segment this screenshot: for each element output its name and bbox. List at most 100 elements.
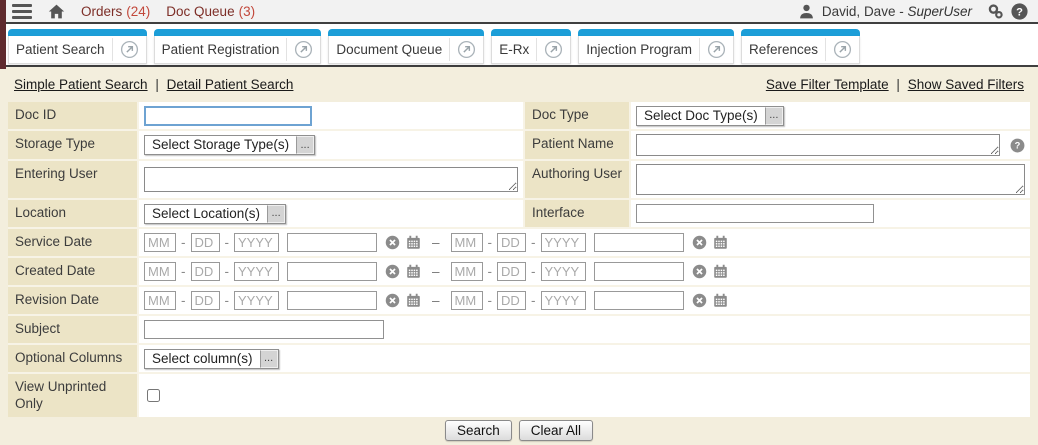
tab-divider — [112, 38, 113, 61]
storage-type-select[interactable]: Select Storage Type(s) ... — [144, 135, 315, 155]
user-menu[interactable]: David, Dave - SuperUser — [822, 4, 972, 19]
revision-from-day-input[interactable] — [191, 291, 220, 310]
simple-patient-search-link[interactable]: Simple Patient Search — [14, 77, 148, 92]
tab-patient-registration[interactable]: Patient Registration — [154, 29, 322, 64]
service-from-clear-icon[interactable] — [385, 235, 400, 250]
service-from-time-input[interactable] — [287, 233, 377, 252]
tab-divider — [825, 38, 826, 61]
revision-from-clear-icon[interactable] — [385, 293, 400, 308]
storage-type-label: Storage Type — [8, 131, 137, 159]
service-from-day-input[interactable] — [191, 233, 220, 252]
interface-field-cell — [631, 200, 1030, 227]
doc-type-more-button[interactable]: ... — [765, 107, 783, 125]
location-label: Location — [8, 200, 137, 227]
tab-patient-search-label: Patient Search — [16, 42, 105, 57]
open-in-window-icon[interactable] — [833, 40, 852, 59]
doc-type-select-text: Select Doc Type(s) — [637, 107, 765, 125]
service-to-year-input[interactable] — [541, 233, 586, 252]
date-separator: - — [225, 293, 230, 308]
tab-document-queue[interactable]: Document Queue — [328, 29, 484, 64]
created-to-month-input[interactable] — [451, 262, 483, 281]
interface-input[interactable] — [636, 204, 874, 223]
revision-to-calendar-icon[interactable] — [713, 293, 728, 308]
optional-columns-select[interactable]: Select column(s) ... — [144, 349, 279, 369]
open-in-window-icon[interactable] — [707, 40, 726, 59]
form-actions: Search Clear All — [0, 417, 1038, 445]
open-in-window-icon[interactable] — [544, 40, 563, 59]
home-button[interactable] — [48, 3, 65, 20]
doc-type-select[interactable]: Select Doc Type(s) ... — [636, 106, 784, 126]
patient-name-help-icon[interactable]: ? — [1010, 138, 1025, 153]
breadcrumb-orders[interactable]: Orders (24) — [81, 4, 150, 19]
service-from-month-input[interactable] — [144, 233, 176, 252]
breadcrumb-doc-queue[interactable]: Doc Queue (3) — [166, 4, 255, 19]
tab-patient-search[interactable]: Patient Search — [8, 29, 147, 64]
created-to-day-input[interactable] — [497, 262, 526, 281]
tab-accent-bar — [741, 29, 860, 36]
hamburger-menu-icon[interactable] — [12, 4, 32, 19]
filter-template-links: Save Filter Template | Show Saved Filter… — [766, 77, 1024, 92]
service-from-calendar-icon[interactable] — [406, 235, 421, 250]
created-from-calendar-icon[interactable] — [406, 264, 421, 279]
storage-type-select-text: Select Storage Type(s) — [145, 136, 296, 154]
svg-text:?: ? — [1016, 6, 1023, 18]
revision-date-field-cell: - - – - - — [139, 287, 1030, 314]
tab-injection-program[interactable]: Injection Program — [578, 29, 734, 64]
created-from-clear-icon[interactable] — [385, 264, 400, 279]
created-to-calendar-icon[interactable] — [713, 264, 728, 279]
service-to-calendar-icon[interactable] — [713, 235, 728, 250]
show-saved-filters-link[interactable]: Show Saved Filters — [908, 77, 1024, 92]
subject-input[interactable] — [144, 320, 384, 339]
service-to-time-input[interactable] — [594, 233, 684, 252]
location-more-button[interactable]: ... — [267, 205, 285, 223]
authoring-user-input[interactable] — [636, 164, 1025, 195]
tab-e-rx[interactable]: E-Rx — [491, 29, 571, 64]
help-icon[interactable]: ? — [1011, 3, 1028, 20]
service-to-month-input[interactable] — [451, 233, 483, 252]
optional-columns-more-button[interactable]: ... — [260, 350, 278, 368]
tab-injection-program-label: Injection Program — [586, 42, 692, 57]
revision-from-month-input[interactable] — [144, 291, 176, 310]
tab-references[interactable]: References — [741, 29, 860, 64]
storage-type-more-button[interactable]: ... — [296, 136, 314, 154]
service-to-day-input[interactable] — [497, 233, 526, 252]
search-button[interactable]: Search — [445, 420, 512, 441]
created-from-month-input[interactable] — [144, 262, 176, 281]
view-unprinted-checkbox[interactable] — [147, 389, 160, 402]
interface-label: Interface — [525, 200, 629, 227]
subject-field-cell — [139, 316, 1030, 343]
created-to-clear-icon[interactable] — [692, 264, 707, 279]
patient-name-input[interactable] — [636, 134, 1000, 156]
revision-to-time-input[interactable] — [594, 291, 684, 310]
save-filter-template-link[interactable]: Save Filter Template — [766, 77, 889, 92]
revision-from-calendar-icon[interactable] — [406, 293, 421, 308]
revision-to-year-input[interactable] — [541, 291, 586, 310]
link-separator: | — [155, 77, 159, 92]
link-icon[interactable] — [987, 3, 1004, 20]
doc-id-input[interactable] — [144, 106, 312, 126]
location-select[interactable]: Select Location(s) ... — [144, 204, 286, 224]
open-in-window-icon[interactable] — [294, 40, 313, 59]
revision-from-year-input[interactable] — [234, 291, 279, 310]
left-accent-stripe — [0, 0, 6, 69]
created-from-day-input[interactable] — [191, 262, 220, 281]
tab-accent-bar — [8, 29, 147, 36]
created-to-time-input[interactable] — [594, 262, 684, 281]
service-from-year-input[interactable] — [234, 233, 279, 252]
entering-user-input[interactable] — [144, 167, 518, 192]
open-in-window-icon[interactable] — [120, 40, 139, 59]
clear-all-button[interactable]: Clear All — [519, 420, 593, 441]
detail-patient-search-link[interactable]: Detail Patient Search — [167, 77, 294, 92]
date-range-dash: – — [432, 264, 440, 279]
open-in-window-icon[interactable] — [457, 40, 476, 59]
revision-from-time-input[interactable] — [287, 291, 377, 310]
date-range-dash: – — [432, 235, 440, 250]
created-from-time-input[interactable] — [287, 262, 377, 281]
revision-to-clear-icon[interactable] — [692, 293, 707, 308]
created-to-year-input[interactable] — [541, 262, 586, 281]
service-to-clear-icon[interactable] — [692, 235, 707, 250]
revision-to-month-input[interactable] — [451, 291, 483, 310]
tab-document-queue-label: Document Queue — [336, 42, 442, 57]
revision-to-day-input[interactable] — [497, 291, 526, 310]
created-from-year-input[interactable] — [234, 262, 279, 281]
